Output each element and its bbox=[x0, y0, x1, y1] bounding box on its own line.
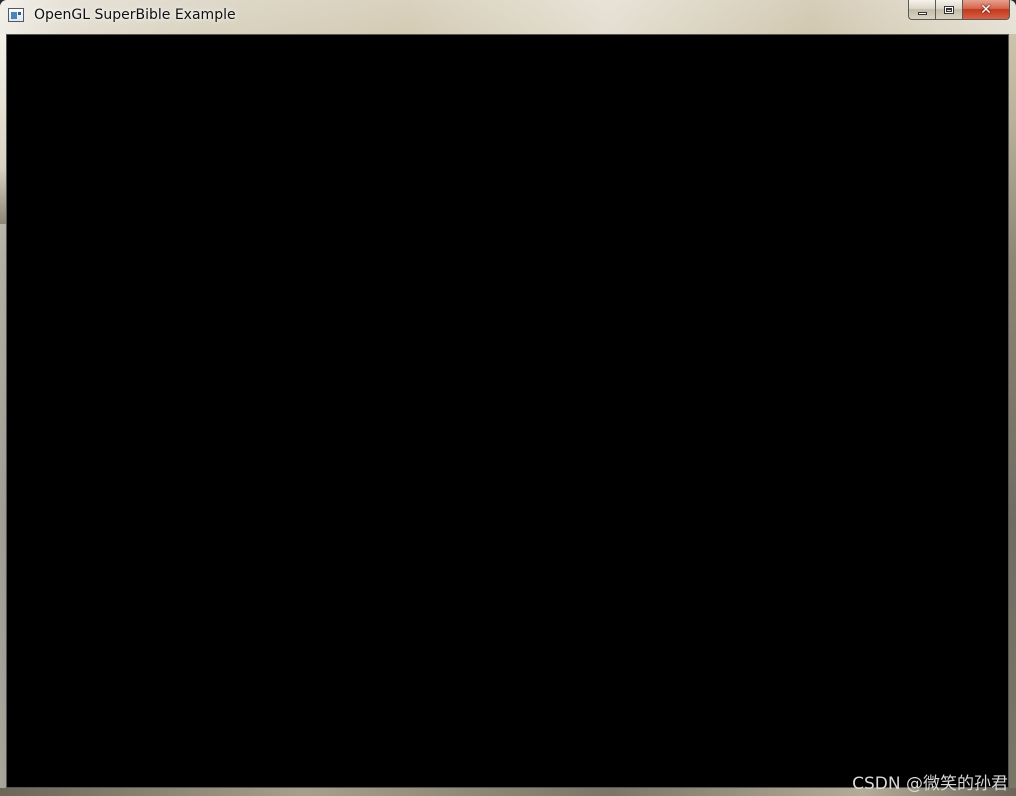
opengl-render-area[interactable] bbox=[6, 34, 1009, 788]
maximize-button[interactable] bbox=[935, 0, 962, 20]
maximize-icon bbox=[944, 5, 954, 14]
window-title: OpenGL SuperBible Example bbox=[34, 7, 236, 23]
icon-pane-small bbox=[18, 12, 21, 15]
close-button[interactable]: ✕ bbox=[962, 0, 1010, 20]
icon-pane bbox=[11, 12, 17, 19]
app-window-icon[interactable] bbox=[8, 8, 24, 22]
minimize-button[interactable] bbox=[908, 0, 935, 20]
close-icon: ✕ bbox=[980, 1, 992, 18]
app-window: OpenGL SuperBible Example ✕ CSDN @微笑的孙君 bbox=[0, 0, 1016, 796]
caption-buttons: ✕ bbox=[908, 0, 1010, 21]
minimize-icon bbox=[917, 11, 927, 15]
watermark-text: CSDN @微笑的孙君 bbox=[852, 774, 1008, 794]
